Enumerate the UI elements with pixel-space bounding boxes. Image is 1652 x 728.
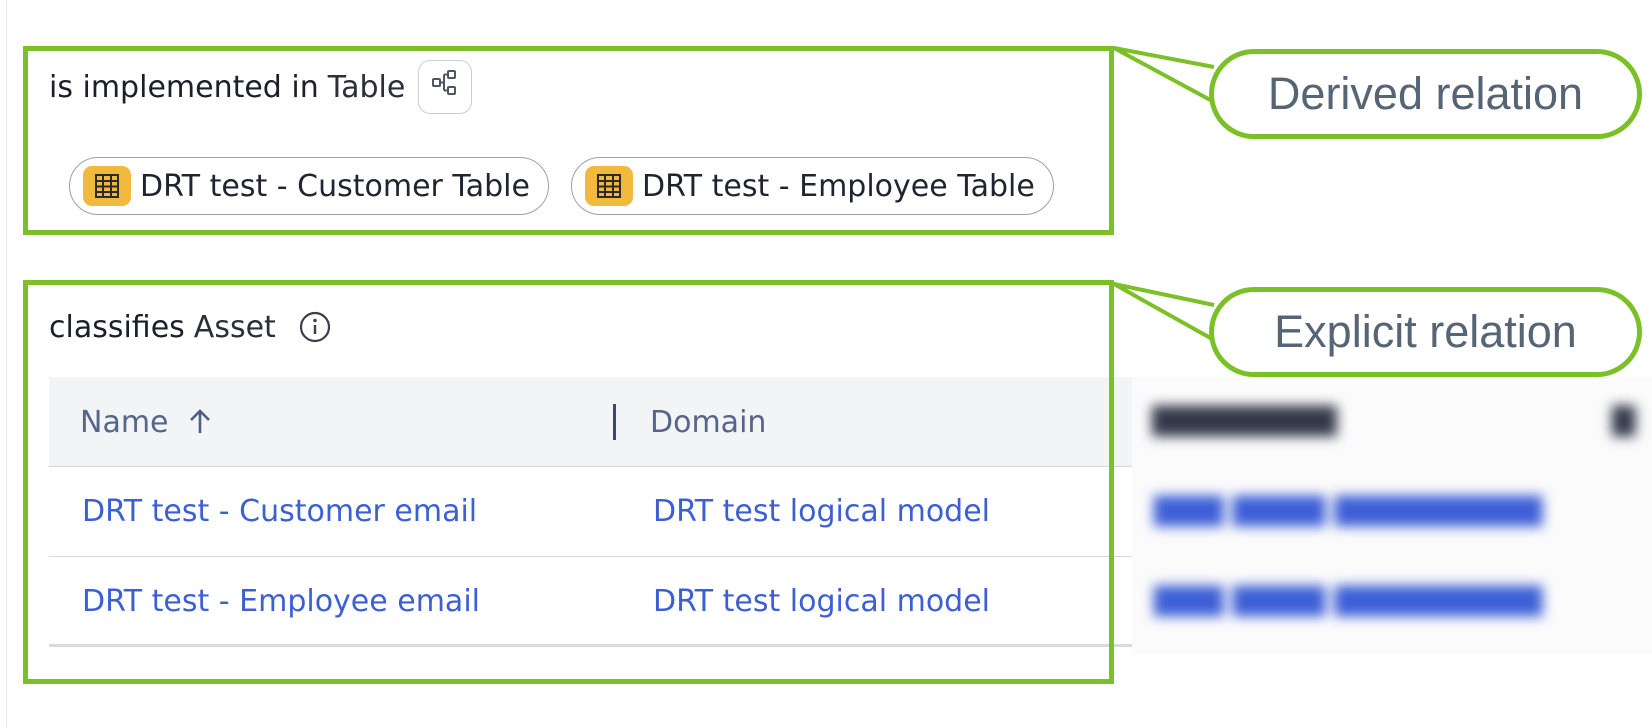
related-table-chip[interactable]: DRT test - Customer Table bbox=[69, 157, 549, 215]
chip-label: DRT test - Customer Table bbox=[140, 168, 530, 204]
obscured-columns: ▇▇▇▇▇▇▇▇ ▇ ▇▇▇ ▇▇▇▇ ▇▇▇▇▇▇▇▇▇ ▇▇▇ ▇▇▇▇ ▇… bbox=[1132, 377, 1652, 654]
obscured-header: ▇▇▇▇▇▇▇▇ bbox=[1152, 402, 1337, 437]
related-table-chip[interactable]: DRT test - Employee Table bbox=[570, 157, 1054, 215]
derived-relation-callout: Derived relation bbox=[1209, 49, 1642, 139]
related-table-chips: DRT test - Customer Table DRT test - Emp… bbox=[69, 157, 1054, 215]
relations-page: is implemented in Table DRT test - Custo… bbox=[0, 0, 1652, 728]
column-header-domain[interactable]: Domain bbox=[650, 377, 766, 467]
info-icon[interactable] bbox=[298, 310, 332, 344]
column-header-label: Domain bbox=[650, 404, 767, 440]
graph-view-icon bbox=[430, 68, 460, 106]
relation-label: is implemented in bbox=[49, 69, 319, 105]
obscured-cell: ▇▇▇ ▇▇▇▇ ▇▇▇▇▇▇▇▇▇ bbox=[1154, 582, 1543, 617]
domain-link[interactable]: DRT test logical model bbox=[653, 557, 990, 645]
column-header-label: Name bbox=[80, 404, 169, 440]
arrow-up-icon[interactable] bbox=[187, 408, 213, 436]
obscured-cell: ▇▇▇ ▇▇▇▇ ▇▇▇▇▇▇▇▇▇ bbox=[1154, 492, 1543, 527]
graph-view-button[interactable] bbox=[418, 60, 473, 114]
table-icon bbox=[584, 166, 633, 206]
chip-label: DRT test - Employee Table bbox=[641, 168, 1035, 204]
relation-label: classifies bbox=[49, 309, 185, 345]
asset-name-link[interactable]: DRT test - Employee email bbox=[82, 557, 480, 645]
obscured-header-icon: ▇ bbox=[1612, 402, 1636, 437]
explicit-relation-header: classifies Asset bbox=[49, 304, 332, 350]
left-divider bbox=[6, 0, 7, 728]
table-icon bbox=[83, 166, 131, 206]
domain-link[interactable]: DRT test logical model bbox=[653, 467, 990, 555]
column-header-name[interactable]: Name bbox=[80, 377, 213, 467]
relation-target-type: Asset bbox=[193, 309, 276, 345]
column-resize-handle[interactable] bbox=[613, 404, 616, 440]
relation-target-type: Table bbox=[327, 69, 406, 105]
asset-name-link[interactable]: DRT test - Customer email bbox=[82, 467, 477, 555]
explicit-relation-callout: Explicit relation bbox=[1209, 287, 1642, 377]
derived-relation-header: is implemented in Table bbox=[49, 60, 473, 114]
